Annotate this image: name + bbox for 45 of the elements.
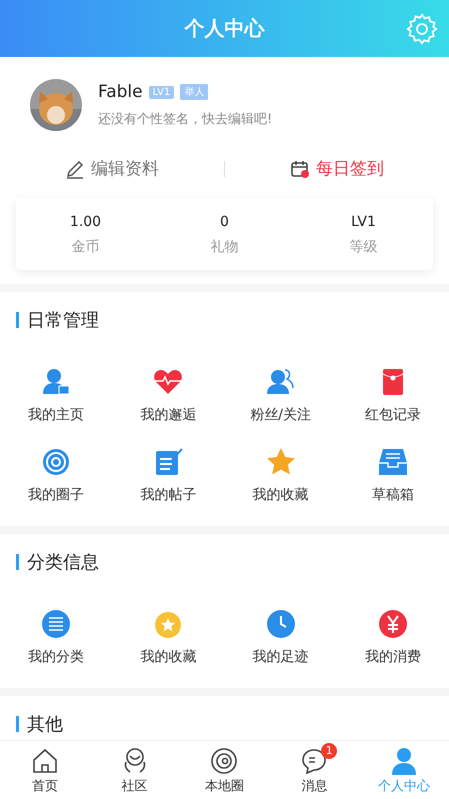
accent-bar xyxy=(16,312,19,328)
settings-button[interactable] xyxy=(405,12,439,46)
stat-value: 1.00 xyxy=(70,214,102,230)
menu-item[interactable]: 红包记录 xyxy=(336,366,449,424)
signature-text: 还没有个性签名，快去编辑吧! xyxy=(98,111,272,128)
settings-icon xyxy=(405,12,439,46)
menu-item[interactable]: 我的帖子 xyxy=(112,446,224,504)
page-title: 个人中心 xyxy=(184,15,264,42)
accent-bar xyxy=(16,554,19,570)
section-title: 分类信息 xyxy=(27,551,99,574)
menu-item[interactable]: 我的邂逅 xyxy=(112,366,224,424)
planet-icon xyxy=(209,746,240,776)
menu-item[interactable]: 粉丝/关注 xyxy=(224,366,337,424)
level-tag: LV1 xyxy=(148,86,174,98)
inbox-icon xyxy=(376,446,409,478)
calendar-icon xyxy=(290,158,310,178)
level-tag: 举人 xyxy=(180,84,208,100)
pencil-icon xyxy=(65,158,85,178)
stat-label: 礼物 xyxy=(210,238,238,256)
stat-value: LV1 xyxy=(351,214,376,230)
yen-icon xyxy=(376,608,409,640)
stat-label: 等级 xyxy=(350,238,378,256)
menu-item[interactable]: 我的分类 xyxy=(0,608,112,666)
edit-profile-button[interactable]: 编辑资料 xyxy=(0,153,224,184)
user-name: Fable xyxy=(98,82,143,102)
clock-icon xyxy=(264,608,297,640)
menu-item[interactable]: 我的收藏 xyxy=(112,608,224,666)
section-title: 日常管理 xyxy=(27,309,99,332)
menu-item[interactable]: 我的收藏 xyxy=(224,446,337,504)
accent-bar xyxy=(16,716,19,732)
tab-item[interactable]: 本地圈 xyxy=(180,741,270,799)
menu-item[interactable]: 草稿箱 xyxy=(336,446,449,504)
unread-badge: 1 xyxy=(321,742,338,758)
menu-item[interactable]: 我的主页 xyxy=(0,366,112,424)
menu-item[interactable]: 我的消费 xyxy=(336,608,449,666)
tab-item[interactable]: 1 消息 xyxy=(269,741,360,799)
tab-item[interactable]: 社区 xyxy=(90,741,180,799)
menu-item[interactable]: 我的足迹 xyxy=(224,608,337,666)
checkin-button[interactable]: 每日签到 xyxy=(225,153,449,184)
tab-item[interactable]: 首页 xyxy=(0,741,90,799)
stat-value: 0 xyxy=(220,214,229,230)
menu-item[interactable]: 我的圈子 xyxy=(0,446,112,504)
list-icon xyxy=(40,608,72,640)
section-title: 其他 xyxy=(27,713,63,736)
stat-label: 金币 xyxy=(72,238,100,256)
